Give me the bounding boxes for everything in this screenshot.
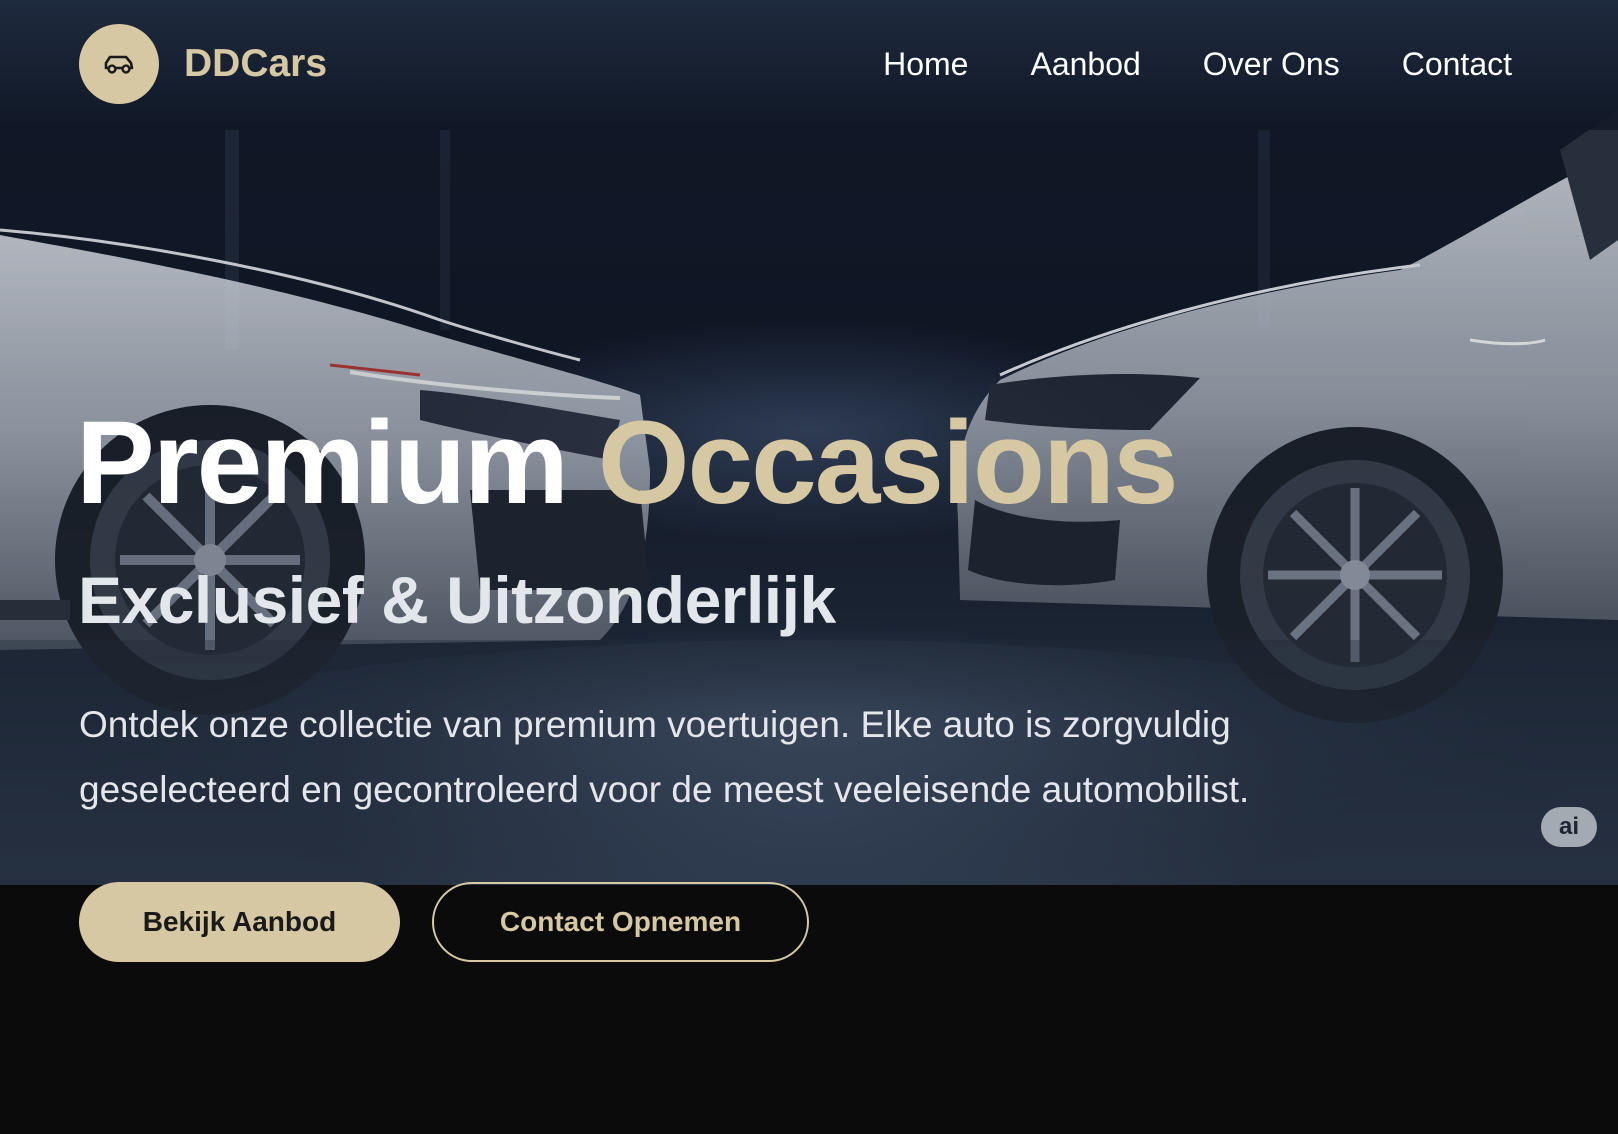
hero-title-accent: Occasions (597, 397, 1179, 529)
nav-link-over-ons[interactable]: Over Ons (1203, 44, 1340, 84)
brand-name[interactable]: DDCars (184, 42, 327, 86)
hero-title: Premium Occasions (76, 397, 1179, 529)
hero-description: Ontdek onze collectie van premium voertu… (79, 704, 1250, 810)
contact-button[interactable]: Contact Opnemen (432, 882, 809, 962)
hero-title-main: Premium (76, 397, 569, 529)
hero-subtitle: Exclusief & Uitzonderlijk (78, 563, 836, 637)
site-header: DDCars Home Aanbod Over Ons Contact (0, 0, 1618, 130)
nav-link-home[interactable]: Home (883, 44, 968, 84)
logo[interactable] (79, 24, 159, 104)
main-nav: Home Aanbod Over Ons Contact (883, 44, 1512, 84)
nav-link-aanbod[interactable]: Aanbod (1030, 44, 1140, 84)
car-icon (104, 55, 134, 74)
view-offers-button[interactable]: Bekijk Aanbod (79, 882, 400, 962)
landing-page: DDCars Home Aanbod Over Ons Contact Prem… (0, 0, 1618, 1134)
ai-badge: ai (1541, 807, 1597, 847)
nav-link-contact[interactable]: Contact (1402, 44, 1512, 84)
